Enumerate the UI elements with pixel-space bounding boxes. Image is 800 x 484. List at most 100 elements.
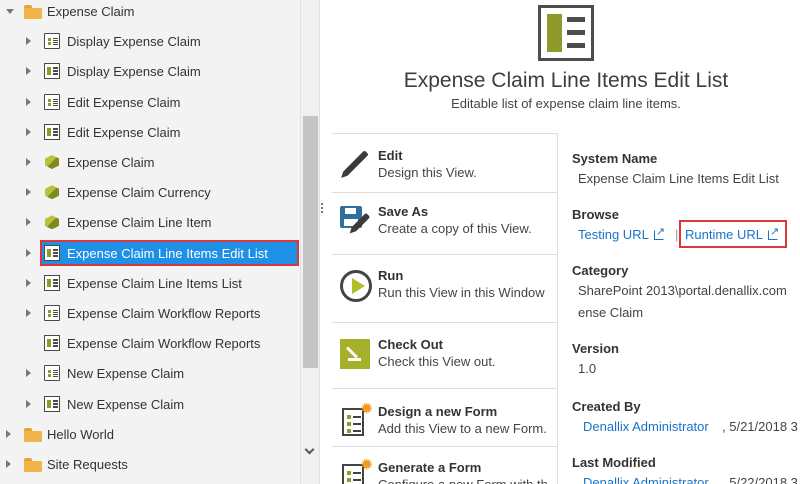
splitter-grip-icon	[321, 203, 323, 213]
collapsed-arrow-icon[interactable]	[26, 309, 31, 317]
tree-node-label[interactable]: Expense Claim Currency	[67, 185, 211, 200]
folder-icon	[24, 5, 42, 21]
action-separator	[332, 322, 558, 323]
form-icon	[44, 33, 60, 50]
created-by-label: Created By	[572, 399, 641, 414]
tree-node[interactable]: Expense Claim Workflow Reports	[0, 329, 300, 357]
collapsed-arrow-icon[interactable]	[26, 97, 31, 106]
browse-separator: |	[675, 227, 679, 242]
tree-node-label[interactable]: New Expense Claim	[67, 397, 184, 412]
tree-node[interactable]: New Expense Claim	[0, 359, 300, 387]
tree-node-label[interactable]: Edit Expense Claim	[67, 95, 180, 110]
browse-label: Browse	[572, 207, 619, 222]
tree-node[interactable]: Site Requests	[0, 450, 300, 478]
expanded-arrow-icon[interactable]	[6, 9, 14, 14]
category-value-line2: ense Claim	[578, 305, 644, 320]
version-value: 1.0	[578, 361, 597, 376]
version-label: Version	[572, 341, 619, 356]
save-as-icon[interactable]	[340, 206, 372, 238]
tree-node[interactable]: Display Expense Claim	[0, 57, 300, 85]
view-icon	[44, 395, 60, 412]
category-label: Category	[572, 263, 629, 278]
action-description: Configure a new Form with th	[378, 477, 548, 484]
modified-by-link[interactable]: Denallix Administrator	[583, 475, 709, 484]
category-value-line1: SharePoint 2013\portal.denallix.com	[578, 283, 787, 298]
tree-node[interactable]: Expense Claim	[0, 148, 300, 176]
created-by-link[interactable]: Denallix Administrator	[583, 419, 709, 434]
tree-node-label[interactable]: Display Expense Claim	[67, 64, 201, 79]
action-title[interactable]: Generate a Form	[378, 460, 481, 475]
view-icon	[44, 63, 60, 80]
action-title[interactable]: Edit	[378, 148, 403, 163]
created-date: , 5/21/2018 3	[722, 419, 798, 434]
view-icon	[44, 335, 60, 352]
tree-node-label[interactable]: Expense Claim Line Item	[67, 215, 212, 230]
folder-icon	[24, 458, 42, 474]
tree-node-label[interactable]: Expense Claim Workflow Reports	[67, 336, 260, 351]
action-separator	[332, 254, 558, 255]
actions-list: Edit Design this View. Save As Create a cop…	[332, 133, 558, 484]
tree-node[interactable]: Expense Claim Currency	[0, 178, 300, 206]
action-separator	[332, 388, 558, 389]
tree-node[interactable]: Expense Claim Workflow Reports	[0, 299, 300, 327]
tree-node[interactable]: New Expense Claim	[0, 390, 300, 418]
collapsed-arrow-icon[interactable]	[26, 188, 31, 197]
tree-node-label[interactable]: Expense Claim Line Items Edit List	[67, 246, 268, 261]
action-title[interactable]: Run	[378, 268, 403, 283]
action-title[interactable]: Save As	[378, 204, 428, 219]
tree-node[interactable]: Expense Claim Line Item	[0, 208, 300, 236]
page-description: Editable list of expense claim line item…	[451, 96, 681, 111]
run-icon[interactable]	[340, 270, 372, 302]
action-description: Add this View to a new Form.	[378, 421, 547, 436]
collapsed-arrow-icon[interactable]	[26, 67, 31, 76]
collapsed-arrow-icon[interactable]	[26, 278, 31, 287]
tree-node-label[interactable]: Display Expense Claim	[67, 34, 201, 49]
action-title[interactable]: Design a new Form	[378, 404, 497, 419]
testing-url-link[interactable]: Testing URL	[578, 225, 665, 242]
pencil-icon[interactable]	[340, 150, 372, 182]
tree-node-label[interactable]: Expense Claim Line Items List	[67, 276, 242, 291]
collapsed-arrow-icon[interactable]	[26, 37, 31, 46]
design-form-icon[interactable]: ✹	[340, 402, 373, 438]
generate-form-icon[interactable]: ✹	[340, 458, 373, 484]
scroll-down-icon[interactable]	[304, 444, 315, 455]
category-tree[interactable]: Expense Claim Display Expense Claim Displa…	[0, 0, 300, 484]
tree-node-label[interactable]: Site Requests	[47, 457, 128, 472]
modified-date: , 5/22/2018 3	[722, 475, 798, 484]
collapsed-arrow-icon[interactable]	[26, 158, 31, 166]
collapsed-arrow-icon[interactable]	[6, 460, 11, 468]
tree-node[interactable]: Display Expense Claim	[0, 27, 300, 55]
testing-url-text[interactable]: Testing URL	[578, 227, 649, 242]
tree-node-selected[interactable]: Expense Claim Line Items Edit List	[0, 239, 300, 267]
tree-node[interactable]: Edit Expense Claim	[0, 118, 300, 146]
tree-node-label[interactable]: Expense Claim	[67, 155, 154, 170]
scrollbar-thumb[interactable]	[303, 116, 318, 368]
tree-node-label[interactable]: Hello World	[47, 427, 114, 442]
tree-node[interactable]: Edit Expense Claim	[0, 88, 300, 116]
collapsed-arrow-icon[interactable]	[26, 218, 31, 227]
view-icon	[44, 123, 60, 140]
view-details-panel: Expense Claim Line Items Edit List Edita…	[332, 0, 800, 484]
tree-node[interactable]: Expense Claim	[0, 0, 300, 25]
tree-node[interactable]: Hello World	[0, 420, 300, 448]
tree-node-label[interactable]: Edit Expense Claim	[67, 125, 180, 140]
last-modified-label: Last Modified	[572, 455, 656, 470]
collapsed-arrow-icon[interactable]	[6, 429, 11, 438]
tree-node-label[interactable]: Expense Claim	[47, 4, 134, 19]
collapsed-arrow-icon[interactable]	[26, 127, 31, 136]
panel-splitter[interactable]	[319, 0, 331, 484]
action-description: Create a copy of this View.	[378, 221, 532, 236]
tree-node[interactable]: Expense Claim Line Items List	[0, 269, 300, 297]
collapsed-arrow-icon[interactable]	[26, 248, 31, 257]
action-title[interactable]: Check Out	[378, 337, 443, 352]
view-icon	[44, 244, 60, 261]
check-out-icon[interactable]	[340, 339, 372, 371]
collapsed-arrow-icon[interactable]	[26, 369, 31, 378]
tree-scrollbar[interactable]	[300, 0, 319, 484]
tree-node-label[interactable]: Expense Claim Workflow Reports	[67, 306, 260, 321]
tree-node-label[interactable]: New Expense Claim	[67, 366, 184, 381]
view-icon	[44, 274, 60, 291]
collapsed-arrow-icon[interactable]	[26, 399, 31, 408]
smartobject-icon	[44, 214, 60, 230]
system-name-label: System Name	[572, 151, 658, 166]
